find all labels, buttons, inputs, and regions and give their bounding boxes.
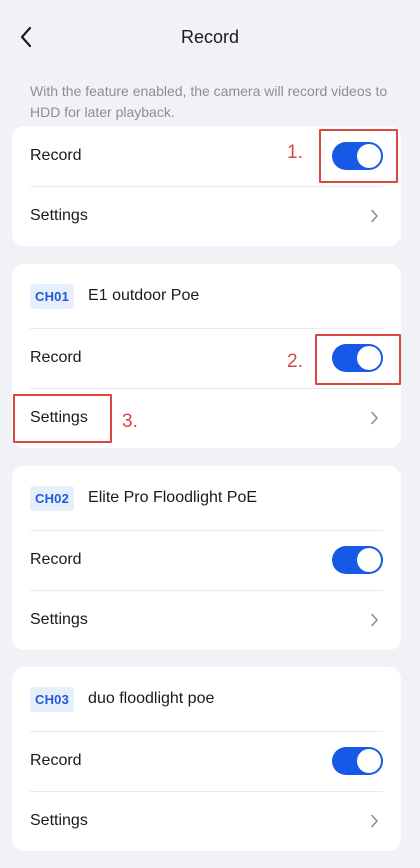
feature-description: With the feature enabled, the camera wil… bbox=[30, 83, 388, 120]
annotation-label-2: 2. bbox=[287, 351, 303, 372]
record-label: Record bbox=[30, 752, 82, 769]
chevron-right-icon bbox=[367, 209, 381, 223]
settings-label: Settings bbox=[30, 812, 88, 829]
camera-name: Elite Pro Floodlight PoE bbox=[88, 489, 258, 506]
header: Record bbox=[0, 0, 420, 76]
settings-label: Settings bbox=[30, 611, 88, 628]
channel-badge: CH03 bbox=[30, 686, 75, 712]
channel-settings-row[interactable]: Settings bbox=[12, 590, 401, 650]
channel-badge: CH01 bbox=[30, 283, 75, 309]
channel-badge: CH02 bbox=[30, 485, 75, 511]
annotation-box-2 bbox=[315, 334, 401, 385]
annotation-label-1: 1. bbox=[287, 142, 303, 163]
chevron-right-icon bbox=[367, 814, 381, 828]
channel-header: CH02 Elite Pro Floodlight PoE bbox=[12, 466, 401, 530]
camera-name: duo floodlight poe bbox=[88, 690, 215, 707]
toggle-knob bbox=[357, 749, 381, 773]
channel-card-ch03: CH03 duo floodlight poe Record Settings bbox=[12, 667, 401, 851]
channel-record-row: Record bbox=[12, 530, 401, 590]
global-settings-row[interactable]: Settings bbox=[12, 186, 401, 246]
toggle-knob bbox=[357, 548, 381, 572]
page-title: Record bbox=[180, 27, 240, 47]
chevron-right-icon bbox=[367, 411, 381, 425]
record-screen: Record With the feature enabled, the cam… bbox=[0, 0, 420, 868]
channel-header: CH03 duo floodlight poe bbox=[12, 667, 401, 731]
annotation-box-3 bbox=[13, 394, 112, 443]
ch02-record-toggle[interactable] bbox=[332, 546, 383, 574]
record-label: Record bbox=[30, 147, 82, 164]
channel-header: CH01 E1 outdoor Poe bbox=[12, 264, 401, 328]
camera-name: E1 outdoor Poe bbox=[88, 287, 200, 304]
annotation-label-3: 3. bbox=[122, 411, 138, 432]
channel-card-ch02: CH02 Elite Pro Floodlight PoE Record Set… bbox=[12, 466, 401, 650]
channel-record-row: Record bbox=[12, 731, 401, 791]
annotation-box-1 bbox=[319, 129, 398, 183]
channel-settings-row[interactable]: Settings bbox=[12, 791, 401, 851]
chevron-right-icon bbox=[367, 613, 381, 627]
record-label: Record bbox=[30, 349, 82, 366]
ch03-record-toggle[interactable] bbox=[332, 747, 383, 775]
settings-label: Settings bbox=[30, 207, 88, 224]
record-label: Record bbox=[30, 551, 82, 568]
